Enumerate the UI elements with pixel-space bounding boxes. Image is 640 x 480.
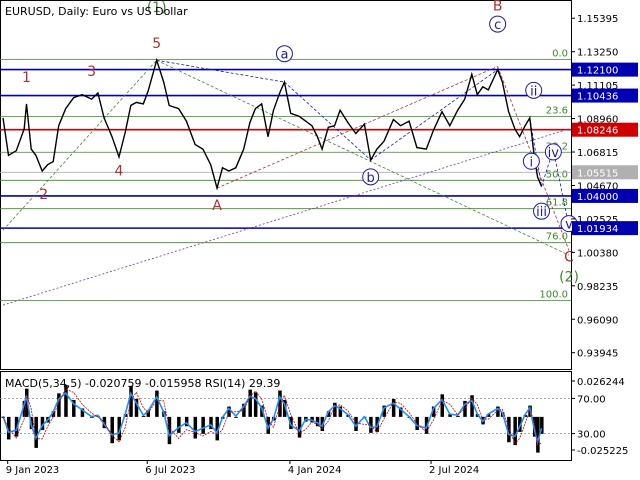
wave-label: c (494, 18, 501, 33)
wave-label: v (565, 218, 573, 233)
macd-histogram-bar (129, 385, 133, 417)
price-axis-label: 0.93945 (577, 349, 618, 360)
date-axis-label: 2 Jul 2024 (429, 465, 479, 476)
chart-header: EURUSD, Daily: Euro vs US Dollar (5, 5, 188, 18)
macd-histogram-bar (278, 390, 282, 417)
fib-level-label: 23.6 (546, 105, 568, 116)
price-axis-label: 1.00380 (577, 248, 618, 259)
macd-histogram-bar (234, 416, 238, 418)
price-level-tag-label: 1.08246 (577, 126, 618, 137)
wave-label: 2 (39, 187, 48, 203)
price-level-tag-label: 1.01934 (577, 224, 618, 235)
macd-histogram-bar (253, 392, 258, 417)
symbol-label: EURUSD (5, 5, 51, 18)
price-axis-label: 0.96090 (577, 315, 618, 326)
wave-label: 3 (87, 64, 96, 80)
wave-label: ii (530, 84, 537, 99)
chart-canvas: 0.023.638.250.061.876.0100.0 12345(1)ABC… (0, 0, 638, 476)
wave-label: iv (548, 146, 560, 161)
wave-label: 5 (152, 36, 161, 52)
macd-histogram-bar (440, 394, 445, 417)
fib-level-label: 0.0 (552, 48, 568, 59)
macd-histogram-bar (201, 416, 205, 434)
macd-histogram-bar (333, 402, 337, 417)
price-level-tag-label: 1.12100 (577, 66, 618, 77)
date-axis-label: 4 Jan 2024 (288, 465, 342, 476)
macd-histogram-bar (110, 416, 114, 444)
fib-level-label: 76.0 (546, 232, 568, 243)
timeframe-label: Daily (58, 5, 86, 18)
wave-label: B (493, 0, 503, 14)
price-axis: 1.153951.132501.111051.089601.068151.046… (571, 14, 638, 360)
fib-level-label: 50.0 (546, 169, 568, 180)
price-axis-label: 1.13250 (577, 48, 618, 59)
fib-level-label: 100.0 (539, 289, 568, 300)
macd-histogram-bar (193, 416, 198, 439)
wave-label: (2) (559, 270, 579, 286)
indicator-axis-label: 70.00 (577, 394, 606, 405)
macd-histogram-bar (177, 416, 181, 433)
macd-histogram-bar (391, 399, 396, 417)
price-level-tag-label: 1.10436 (577, 92, 618, 103)
price-level-tag-label: 1.04000 (577, 192, 618, 203)
wave-label: 1 (22, 70, 31, 86)
wave-label: i (530, 155, 534, 170)
indicator-axis-label: 0.026244 (577, 377, 625, 388)
indicator-axis-label: -0.025225 (577, 446, 628, 457)
wave-label: a (280, 48, 288, 63)
price-axis-label: 0.98235 (577, 282, 618, 293)
wave-label: C (564, 249, 574, 265)
price-axis-label: 1.15395 (577, 14, 618, 25)
price-level-tag-label: 1.05515 (577, 168, 618, 179)
wave-label: 4 (115, 164, 124, 180)
description-label: Euro vs US Dollar (92, 5, 188, 18)
date-axis-label: 9 Jan 2023 (6, 465, 60, 476)
date-axis-label: 6 Jul 2023 (145, 465, 195, 476)
macd-histogram-bar (248, 389, 252, 417)
indicator-axis-label: 30.00 (577, 430, 606, 441)
date-axis: 9 Jan 2023 6 Jul 2023 4 Jan 2024 2 Jul 2024 (6, 460, 479, 476)
price-axis-label: 1.06815 (577, 148, 618, 159)
macd-histogram-bar (155, 390, 159, 417)
wave-label: A (212, 198, 222, 214)
indicator-label: MACD(5,34,5) -0.020759 -0.015958 RSI(14)… (5, 377, 280, 390)
wave-label: iii (536, 205, 547, 220)
wave-label: b (367, 171, 375, 186)
